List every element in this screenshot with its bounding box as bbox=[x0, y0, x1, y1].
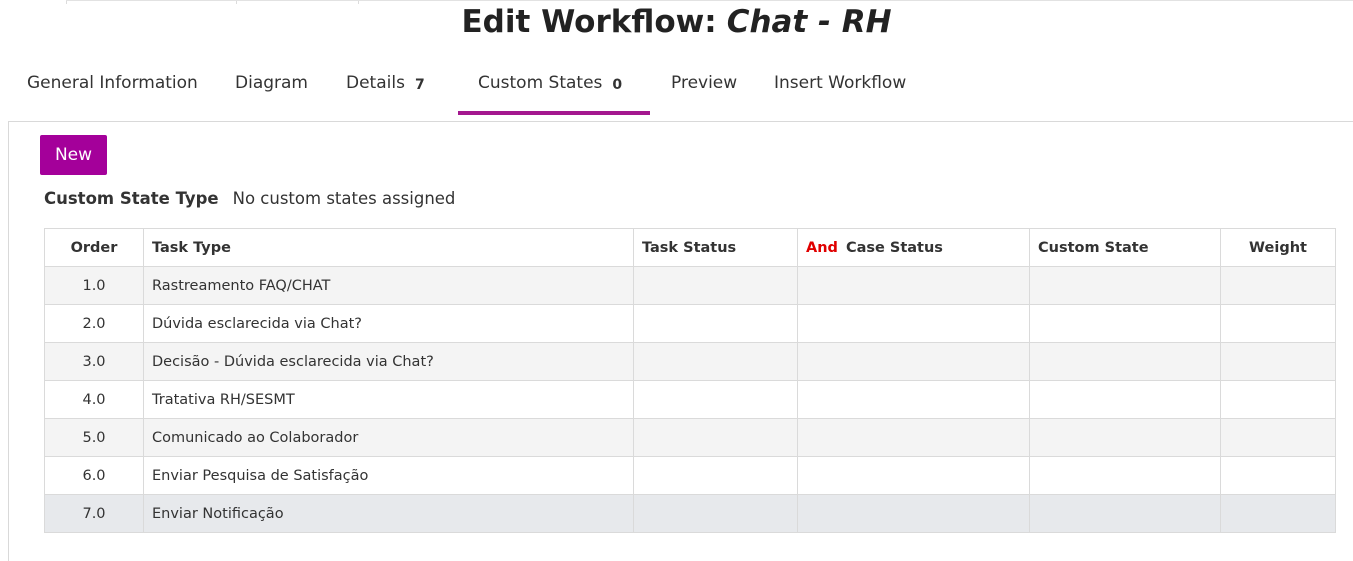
tab-details[interactable]: Details 7 bbox=[346, 62, 425, 115]
table-row[interactable]: 5.0 Comunicado ao Colaborador bbox=[44, 418, 1336, 457]
tab-label: Insert Workflow bbox=[774, 73, 907, 93]
order-cell: 6.0 bbox=[44, 456, 144, 495]
custom-state-cell[interactable] bbox=[1029, 418, 1221, 457]
custom-states-table: Order Task Type Task Status And Case Stat… bbox=[44, 228, 1336, 533]
weight-cell[interactable] bbox=[1220, 494, 1336, 533]
tab-count-badge: 0 bbox=[612, 77, 623, 93]
and-label: And bbox=[806, 239, 838, 256]
column-header-weight[interactable]: Weight bbox=[1220, 228, 1336, 267]
column-header-custom-state[interactable]: Custom State bbox=[1029, 228, 1221, 267]
tab-diagram[interactable]: Diagram bbox=[235, 62, 308, 115]
order-cell: 3.0 bbox=[44, 342, 144, 381]
weight-cell[interactable] bbox=[1220, 418, 1336, 457]
column-header-task-type[interactable]: Task Type bbox=[143, 228, 634, 267]
task-status-cell[interactable] bbox=[633, 304, 798, 343]
order-cell: 1.0 bbox=[44, 266, 144, 305]
custom-state-cell[interactable] bbox=[1029, 456, 1221, 495]
tab-general-information[interactable]: General Information bbox=[27, 62, 198, 115]
task-type-cell: Tratativa RH/SESMT bbox=[143, 380, 634, 419]
column-header-task-status[interactable]: Task Status bbox=[633, 228, 798, 267]
table-row[interactable]: 6.0 Enviar Pesquisa de Satisfação bbox=[44, 456, 1336, 495]
order-cell: 4.0 bbox=[44, 380, 144, 419]
order-cell: 5.0 bbox=[44, 418, 144, 457]
weight-cell[interactable] bbox=[1220, 380, 1336, 419]
weight-cell[interactable] bbox=[1220, 342, 1336, 381]
tab-bar: General Information Diagram Details 7 Cus… bbox=[0, 62, 1353, 116]
weight-cell[interactable] bbox=[1220, 304, 1336, 343]
tab-label: Custom States bbox=[478, 73, 603, 93]
table-row[interactable]: 3.0 Decisão - Dúvida esclarecida via Cha… bbox=[44, 342, 1336, 381]
task-status-cell[interactable] bbox=[633, 418, 798, 457]
case-status-cell[interactable] bbox=[797, 380, 1030, 419]
tab-count-badge: 7 bbox=[414, 77, 425, 93]
custom-state-cell[interactable] bbox=[1029, 342, 1221, 381]
custom-state-cell[interactable] bbox=[1029, 380, 1221, 419]
order-cell: 2.0 bbox=[44, 304, 144, 343]
task-type-cell: Dúvida esclarecida via Chat? bbox=[143, 304, 634, 343]
order-cell: 7.0 bbox=[44, 494, 144, 533]
custom-state-type-row: Custom State Type No custom states assign… bbox=[44, 189, 455, 208]
case-status-label: Case Status bbox=[845, 239, 943, 256]
task-type-cell: Enviar Pesquisa de Satisfação bbox=[143, 456, 634, 495]
custom-state-type-label: Custom State Type bbox=[44, 189, 219, 208]
table-row[interactable]: 2.0 Dúvida esclarecida via Chat? bbox=[44, 304, 1336, 343]
task-status-cell[interactable] bbox=[633, 456, 798, 495]
task-status-cell[interactable] bbox=[633, 266, 798, 305]
task-type-cell: Comunicado ao Colaborador bbox=[143, 418, 634, 457]
case-status-cell[interactable] bbox=[797, 304, 1030, 343]
page-title: Edit Workflow: Chat - RH bbox=[0, 4, 1353, 40]
page: Edit Workflow: Chat - RH General Informat… bbox=[0, 0, 1353, 561]
task-type-cell: Enviar Notificação bbox=[143, 494, 634, 533]
case-status-cell[interactable] bbox=[797, 342, 1030, 381]
top-strip bbox=[66, 0, 1353, 4]
case-status-cell[interactable] bbox=[797, 456, 1030, 495]
new-button[interactable]: New bbox=[40, 135, 107, 175]
custom-state-cell[interactable] bbox=[1029, 266, 1221, 305]
table-row[interactable]: 4.0 Tratativa RH/SESMT bbox=[44, 380, 1336, 419]
column-header-order[interactable]: Order bbox=[44, 228, 144, 267]
case-status-cell[interactable] bbox=[797, 418, 1030, 457]
custom-state-type-value: No custom states assigned bbox=[232, 189, 456, 208]
tab-label: Details bbox=[346, 73, 405, 93]
column-header-case-status[interactable]: And Case Status bbox=[797, 228, 1030, 267]
task-status-cell[interactable] bbox=[633, 342, 798, 381]
table-row[interactable]: 1.0 Rastreamento FAQ/CHAT bbox=[44, 266, 1336, 305]
table-header-row: Order Task Type Task Status And Case Stat… bbox=[44, 228, 1336, 267]
case-status-cell[interactable] bbox=[797, 266, 1030, 305]
tab-label: Diagram bbox=[235, 73, 308, 93]
custom-state-cell[interactable] bbox=[1029, 304, 1221, 343]
weight-cell[interactable] bbox=[1220, 456, 1336, 495]
workflow-name: Chat - RH bbox=[726, 4, 892, 40]
custom-state-cell[interactable] bbox=[1029, 494, 1221, 533]
task-type-cell: Rastreamento FAQ/CHAT bbox=[143, 266, 634, 305]
table-row[interactable]: 7.0 Enviar Notificação bbox=[44, 494, 1336, 533]
case-status-cell[interactable] bbox=[797, 494, 1030, 533]
task-type-cell: Decisão - Dúvida esclarecida via Chat? bbox=[143, 342, 634, 381]
tab-label: Preview bbox=[671, 73, 738, 93]
tab-preview[interactable]: Preview bbox=[671, 62, 737, 115]
tab-label: General Information bbox=[27, 73, 198, 93]
page-title-prefix: Edit Workflow: bbox=[461, 4, 717, 40]
task-status-cell[interactable] bbox=[633, 494, 798, 533]
tab-custom-states[interactable]: Custom States 0 bbox=[458, 62, 650, 115]
task-status-cell[interactable] bbox=[633, 380, 798, 419]
tab-insert-workflow[interactable]: Insert Workflow bbox=[774, 62, 906, 115]
weight-cell[interactable] bbox=[1220, 266, 1336, 305]
